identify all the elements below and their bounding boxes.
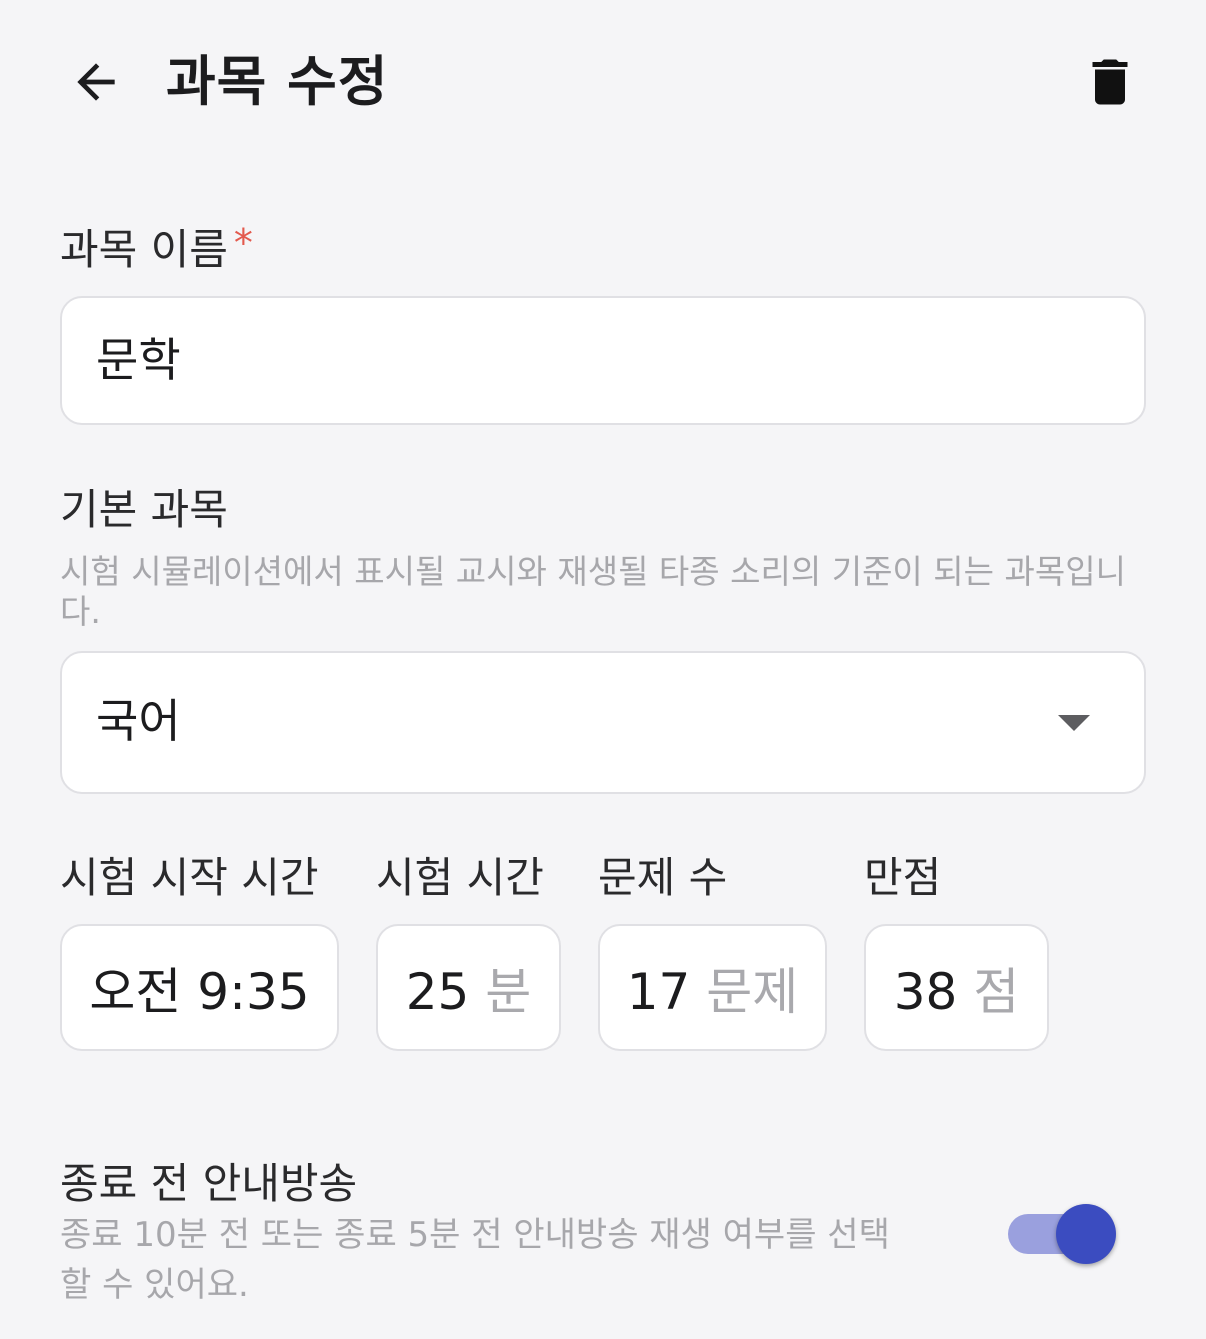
- trash-icon: [1092, 59, 1128, 105]
- full-score-value: 38: [893, 962, 958, 1021]
- required-mark: *: [233, 221, 253, 265]
- start-time-field[interactable]: 오전 9:35: [60, 924, 339, 1051]
- announcement-toggle[interactable]: [1006, 1200, 1122, 1268]
- subject-name-value: 문학: [96, 333, 181, 387]
- full-score-unit: 점: [973, 962, 1020, 1021]
- duration-label: 시험 시간: [376, 853, 544, 902]
- base-subject-selected: 국어: [96, 694, 181, 748]
- delete-button[interactable]: [1074, 44, 1146, 120]
- full-score-label: 만점: [864, 853, 942, 902]
- subject-name-label-text: 과목 이름: [60, 225, 228, 274]
- page-title: 과목 수정: [166, 50, 389, 113]
- edit-subject-screen: 과목 수정 과목 이름 * 문학 기본 과목 시험 시뮬레이션에서 표시될 교시와…: [0, 0, 1206, 1339]
- start-time-label: 시험 시작 시간: [60, 853, 319, 902]
- back-button[interactable]: [58, 44, 134, 120]
- duration-value: 25: [405, 962, 470, 1021]
- app-bar: 과목 수정: [0, 0, 1206, 165]
- base-subject-helper: 시험 시뮬레이션에서 표시될 교시와 재생될 타종 소리의 기준이 되는 과목입…: [60, 552, 1126, 631]
- duration-text: 25 분: [406, 952, 532, 1024]
- arrow-left-icon: [77, 63, 115, 101]
- announcement-helper: 종료 10분 전 또는 종료 5분 전 안내방송 재생 여부를 선택할 수 있어…: [60, 1215, 890, 1305]
- question-count-value: 17: [626, 962, 691, 1021]
- start-time-value: 오전 9:35: [89, 962, 310, 1021]
- base-subject-label: 기본 과목: [60, 485, 228, 534]
- question-count-label: 문제 수: [598, 853, 728, 902]
- duration-field[interactable]: 25 분: [376, 924, 561, 1051]
- question-count-text: 17 문제: [627, 952, 799, 1024]
- full-score-text: 38 점: [894, 952, 1020, 1024]
- subject-name-input[interactable]: 문학: [60, 296, 1146, 425]
- question-count-field[interactable]: 17 문제: [598, 924, 827, 1051]
- announcement-label: 종료 전 안내방송: [60, 1159, 358, 1208]
- toggle-thumb: [1056, 1204, 1116, 1264]
- base-subject-dropdown[interactable]: 국어: [60, 651, 1146, 794]
- full-score-field[interactable]: 38 점: [864, 924, 1049, 1051]
- duration-unit: 분: [485, 962, 532, 1021]
- subject-name-label: 과목 이름 *: [60, 221, 253, 279]
- caret-down-icon: [1058, 715, 1090, 731]
- question-count-unit: 문제: [706, 962, 799, 1021]
